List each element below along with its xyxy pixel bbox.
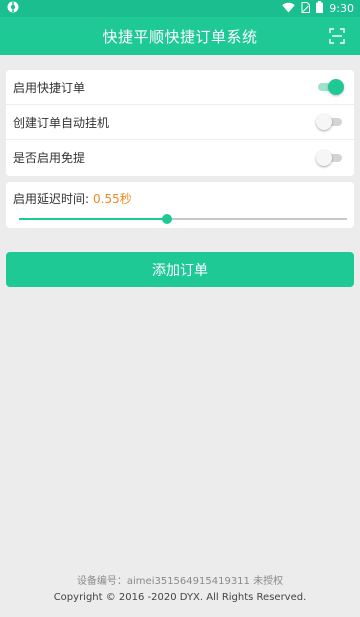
delay-label: 启用延迟时间:: [13, 192, 90, 206]
copyright-text: Copyright © 2016 -2020 DYX. All Rights R…: [53, 592, 307, 603]
scan-icon[interactable]: [328, 27, 346, 45]
slider-fill: [19, 218, 167, 220]
setting-label: 启用快捷订单: [13, 80, 86, 95]
toggle-knob: [328, 79, 344, 95]
sim-icon: [301, 1, 311, 16]
quick-order-toggle[interactable]: [318, 79, 344, 95]
setting-row-speakerphone: 是否启用免提: [6, 140, 354, 175]
setting-row-quick-order: 启用快捷订单: [6, 70, 354, 105]
setting-label: 创建订单自动挂机: [13, 115, 110, 130]
toggle-knob: [316, 114, 332, 130]
app-notification-icon: [7, 1, 19, 16]
wifi-icon: [282, 2, 295, 16]
setting-label: 是否启用免提: [13, 151, 86, 165]
auto-hangup-toggle[interactable]: [316, 114, 342, 130]
toggle-knob: [316, 149, 332, 166]
delay-value: 0.55秒: [93, 192, 132, 206]
battery-icon: [316, 1, 324, 16]
delay-label-line: 启用延迟时间: 0.55秒: [13, 190, 132, 207]
status-bar: 9:30: [0, 0, 360, 17]
page-title: 快捷平顺快捷订单系统: [102, 27, 258, 46]
status-time: 9:30: [329, 2, 354, 15]
settings-card: 启用快捷订单 创建订单自动挂机 是否启用免提: [6, 70, 354, 176]
setting-row-auto-hangup: 创建订单自动挂机: [6, 105, 354, 140]
add-order-button[interactable]: 添加订单: [6, 252, 354, 287]
delay-card: 启用延迟时间: 0.55秒: [6, 182, 354, 228]
speakerphone-toggle[interactable]: [316, 149, 342, 166]
app-toolbar: 快捷平顺快捷订单系统: [0, 17, 360, 55]
slider-thumb[interactable]: [161, 214, 172, 224]
device-info: 设备编号：aimei351564915419311 未授权: [76, 576, 284, 587]
delay-slider[interactable]: [19, 214, 347, 224]
